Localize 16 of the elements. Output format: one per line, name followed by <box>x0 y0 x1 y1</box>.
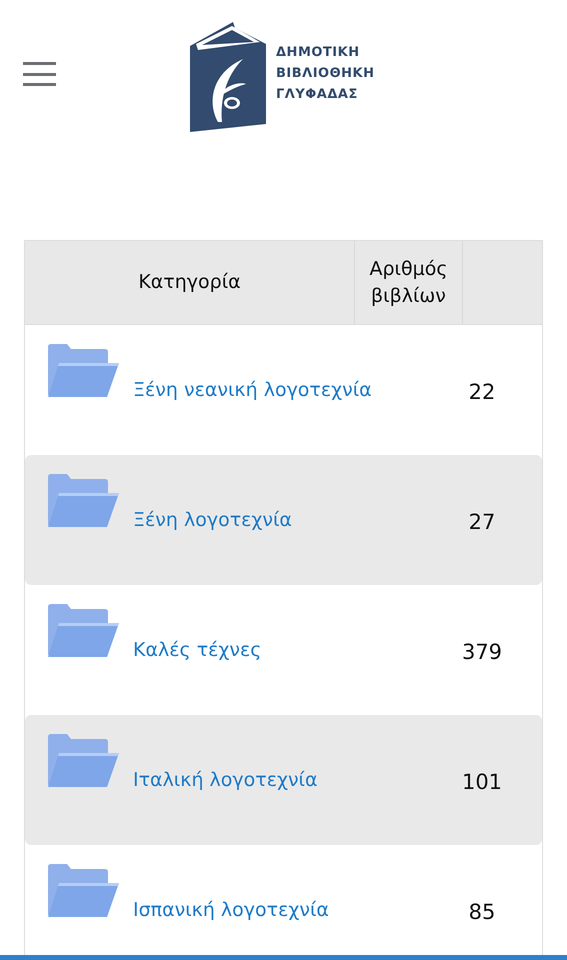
category-link[interactable]: Ξένη νεανική λογοτεχνία <box>133 379 372 401</box>
column-header: Κατηγορία <box>137 270 242 295</box>
category-link[interactable]: Ιταλική λογοτεχνία <box>133 769 318 791</box>
book-count: 85 <box>468 899 496 926</box>
category-link[interactable]: Ισπανική λογοτεχνία <box>133 899 329 921</box>
logo-text: ΔΗΜΟΤΙΚΗ <box>276 44 361 62</box>
book-count: 22 <box>468 379 496 406</box>
column-header: Αριθμός βιβλίων <box>354 241 463 324</box>
book-count: 379 <box>460 639 504 666</box>
book-count: 101 <box>460 769 504 796</box>
category-link[interactable]: Ξένη λογοτεχνία <box>133 509 292 531</box>
logo-text: ΓΛΥΦΑΔΑΣ <box>276 86 359 104</box>
book-count: 27 <box>468 509 496 536</box>
logo-text: ΒΙΒΛΙΟΘΗΚΗ <box>276 65 374 83</box>
menu-icon[interactable] <box>23 62 56 86</box>
category-link[interactable]: Καλές τέχνες <box>133 639 262 661</box>
